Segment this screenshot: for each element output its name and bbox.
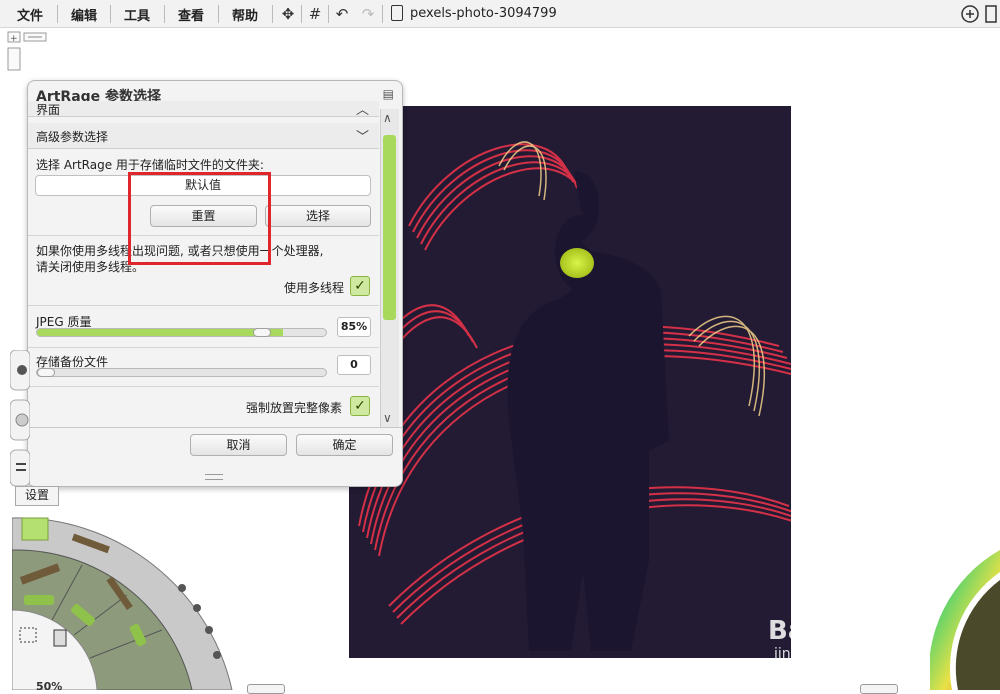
jpeg-quality-value[interactable]: 85% — [337, 317, 371, 337]
divider — [28, 305, 379, 306]
canvas-photo[interactable] — [349, 106, 791, 658]
document-title: pexels-photo-3094799 — [410, 6, 557, 21]
svg-text:+: + — [10, 34, 18, 44]
undo-icon[interactable]: ↶ — [332, 4, 352, 24]
menu-separator — [110, 5, 111, 23]
use-multithread-checkbox[interactable]: ✓ — [350, 276, 370, 296]
panel-scrollbar[interactable]: ∧ ∨ — [380, 109, 399, 427]
multithread-note-line2: 请关闭使用多线程。 — [36, 260, 145, 274]
menu-help[interactable]: 帮助 — [232, 5, 258, 24]
menu-separator — [164, 5, 165, 23]
cancel-button[interactable]: 取消 — [190, 434, 287, 456]
footer-divider — [28, 427, 402, 428]
chevron-down-icon: ﹀ — [355, 130, 369, 145]
jpeg-quality-slider[interactable] — [36, 328, 327, 337]
photo-image — [349, 106, 791, 658]
temp-folder-label: 选择 ArtRage 用于存储临时文件的文件夹: — [36, 158, 264, 172]
zoom-in-icon[interactable] — [960, 0, 1000, 28]
tool-wheel[interactable]: 50% — [12, 510, 242, 690]
section-advanced[interactable]: 高级参数选择 ﹀ — [28, 123, 379, 149]
jpeg-quality-fill — [37, 329, 283, 336]
backup-files-value[interactable]: 0 — [337, 355, 371, 375]
menu-separator — [218, 5, 219, 23]
menu-view[interactable]: 查看 — [178, 5, 204, 24]
scroll-up-icon[interactable]: ∧ — [383, 111, 392, 125]
paw-icon — [848, 582, 876, 609]
bottom-button[interactable] — [860, 684, 898, 694]
side-widgets — [10, 350, 30, 487]
force-pixels-label: 强制放置完整像素 — [246, 401, 343, 415]
divider — [28, 347, 379, 348]
menu-file[interactable]: 文件 — [17, 5, 43, 24]
section-advanced-label: 高级参数选择 — [36, 130, 109, 144]
chevron-up-icon: ︿ — [355, 103, 369, 117]
menu-separator — [382, 5, 383, 23]
reset-button[interactable]: 重置 — [150, 205, 257, 227]
bottom-button[interactable] — [247, 684, 285, 694]
multithread-note-line1: 如果你使用多线程出现问题, 或者只想使用一个处理器, — [36, 244, 324, 258]
redo-icon[interactable]: ↷ — [358, 4, 378, 24]
section-interface-label: 界面 — [36, 103, 61, 117]
canvas-tools-icon[interactable]: + — [0, 28, 50, 88]
settings-button[interactable]: 设置 — [15, 486, 59, 506]
scrollbar-thumb[interactable] — [383, 135, 396, 320]
menu-bar: 文件 编辑 工具 查看 帮助 ✥ # ↶ ↷ pexels-photo-3094… — [0, 0, 1000, 28]
resize-grip-icon[interactable] — [205, 474, 223, 480]
watermark-brand: Baidu经验 — [768, 616, 904, 646]
ok-button[interactable]: 确定 — [296, 434, 393, 456]
divider — [28, 386, 379, 387]
section-interface[interactable]: 界面 ︿ — [28, 101, 379, 117]
document-icon — [391, 5, 403, 21]
choose-button[interactable]: 选择 — [265, 205, 371, 227]
panel-menu-icon[interactable]: ▤ — [383, 87, 394, 101]
menu-tools[interactable]: 工具 — [124, 5, 150, 24]
scroll-down-icon[interactable]: ∨ — [383, 411, 392, 425]
backup-files-slider[interactable] — [36, 368, 327, 377]
menu-separator — [272, 5, 273, 23]
backup-files-knob[interactable] — [37, 368, 55, 377]
use-multithread-label: 使用多线程 — [284, 281, 345, 295]
jpeg-quality-knob[interactable] — [253, 328, 272, 337]
move-icon[interactable]: ✥ — [278, 4, 298, 24]
tool-wheel-graphic — [12, 517, 233, 690]
color-picker[interactable] — [930, 540, 1000, 690]
temp-folder-field[interactable]: 默认值 — [35, 175, 371, 196]
grid-icon[interactable]: # — [305, 4, 325, 24]
menu-separator — [57, 5, 58, 23]
menu-separator — [328, 5, 329, 23]
left-toolbar: + — [0, 28, 47, 88]
menu-edit[interactable]: 编辑 — [71, 5, 97, 24]
divider — [28, 235, 379, 236]
force-pixels-checkbox[interactable]: ✓ — [350, 396, 370, 416]
preferences-dialog: ArtRage 参数选择 ▤ 界面 ︿ 高级参数选择 ﹀ 选择 ArtRage … — [27, 80, 403, 487]
watermark-url: jingyan.baidu.com — [774, 646, 904, 662]
color-wheel-graphic — [930, 550, 1000, 690]
menu-separator — [301, 5, 302, 23]
toolbar-right — [960, 0, 1000, 28]
zoom-label: 50% — [36, 680, 63, 690]
